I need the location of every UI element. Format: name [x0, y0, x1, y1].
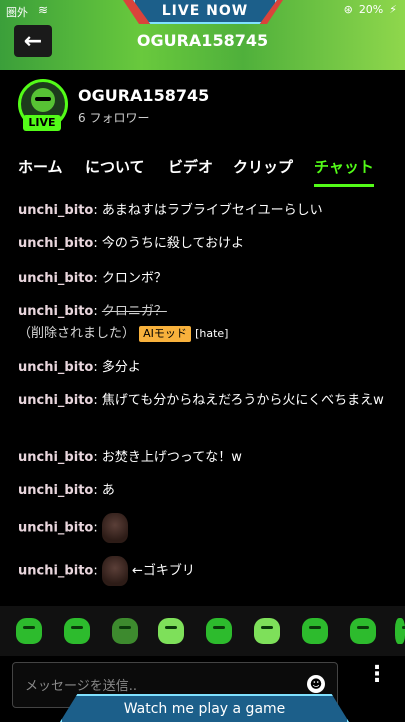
chat-username[interactable]: unchi_bito: [18, 393, 93, 408]
more-options-icon[interactable]: ⋮: [366, 664, 388, 686]
moderation-tag: [hate]: [195, 327, 229, 340]
chat-separator: :: [93, 393, 102, 408]
chat-message: unchi_bito: 多分よ: [18, 357, 388, 379]
chat-text: お焚き上げつってな！w: [101, 450, 242, 465]
tab-home[interactable]: ホーム: [18, 154, 63, 184]
tab-videos[interactable]: ビデオ: [168, 154, 213, 184]
emote-bar: [0, 606, 405, 656]
chat-separator: :: [93, 236, 102, 251]
page-title: OGURA158745: [136, 31, 269, 50]
chat-username[interactable]: unchi_bito: [18, 236, 93, 251]
carrier-label: 圏外: [6, 6, 28, 19]
top-banner: 圏外 ≋ ⊛ 20% ⚡ LIVE NOW ← OGURA158745: [0, 0, 405, 70]
emote-button[interactable]: [16, 618, 42, 644]
chat-text: 今のうちに殺しておけよ: [101, 236, 245, 251]
channel-tabs: ホーム について ビデオ クリップ チャット: [0, 150, 405, 191]
chat-message: unchi_bito: ←ゴキブリ: [18, 556, 388, 586]
chat-username[interactable]: unchi_bito: [18, 203, 93, 218]
live-now-banner: LIVE NOW: [133, 0, 277, 24]
chat-text-deleted: クロニガ？: [101, 304, 167, 319]
chat-message: unchi_bito: 今のうちに殺しておけよ: [18, 233, 388, 255]
tab-clips[interactable]: クリップ: [233, 154, 293, 184]
chat-message: unchi_bito: あ: [18, 480, 388, 502]
emote-button[interactable]: [395, 618, 405, 644]
chat-message: unchi_bito: クロンボ？: [18, 268, 388, 290]
chat-text: あまねすはラブライブセイユーらしい: [101, 203, 323, 218]
chat-separator: :: [93, 304, 102, 319]
chat-message-deleted: unchi_bito: クロニガ？ （削除されました） AIモッド [hate]: [18, 301, 388, 345]
emoji-picker-icon[interactable]: ☻: [307, 675, 325, 693]
status-right: ⊛ 20% ⚡: [344, 3, 397, 16]
chat-username[interactable]: unchi_bito: [18, 271, 93, 286]
chat-message: unchi_bito: お焚き上げつってな！w: [18, 447, 388, 469]
rotation-lock-icon: ⊛: [343, 3, 353, 16]
chat-text: クロンボ？: [101, 271, 167, 286]
cockroach-emote-icon: [101, 513, 128, 543]
wifi-icon: ≋: [38, 3, 49, 17]
emote-button[interactable]: [206, 618, 232, 644]
emote-button[interactable]: [302, 618, 328, 644]
avatar-eyes: [35, 97, 51, 101]
chat-message: unchi_bito: あまねすはラブライブセイユーらしい: [18, 200, 388, 222]
channel-header: LIVE OGURA158745 6 フォロワー ホーム について ビデオ クリ…: [0, 70, 405, 191]
chat-panel: unchi_bito: あまねすはラブライブセイユーらしい unchi_bito…: [0, 190, 405, 605]
chat-separator: :: [93, 203, 102, 218]
cockroach-emote-icon: [101, 556, 128, 586]
deleted-note: （削除されました）: [18, 326, 136, 341]
chat-separator: :: [93, 520, 102, 536]
chat-username[interactable]: unchi_bito: [18, 564, 93, 579]
chat-text: 焦げても分からねえだろうから火にくべちまえw: [101, 393, 384, 408]
chat-message: unchi_bito:: [18, 513, 388, 543]
chat-text: ←ゴキブリ: [132, 563, 195, 579]
chat-separator: :: [93, 483, 102, 498]
chat-separator: :: [93, 563, 102, 579]
chat-username[interactable]: unchi_bito: [18, 304, 93, 319]
emote-button[interactable]: [158, 618, 184, 644]
chat-message: unchi_bito: 焦げても分からねえだろうから火にくべちまえw: [18, 390, 388, 412]
chat-input[interactable]: [23, 675, 297, 697]
emote-button[interactable]: [64, 618, 90, 644]
chat-username[interactable]: unchi_bito: [18, 360, 93, 375]
chat-text: 多分よ: [101, 360, 141, 375]
tab-chat[interactable]: チャット: [314, 154, 374, 187]
channel-name[interactable]: OGURA158745: [78, 86, 209, 105]
chat-separator: :: [93, 450, 102, 465]
emote-button[interactable]: [254, 618, 280, 644]
battery-percent: 20%: [358, 3, 384, 16]
chat-username[interactable]: unchi_bito: [18, 521, 93, 536]
chat-username[interactable]: unchi_bito: [18, 450, 93, 465]
tab-about[interactable]: について: [85, 154, 145, 184]
ai-mod-badge: AIモッド: [139, 325, 191, 342]
chat-separator: :: [93, 360, 102, 375]
chat-username[interactable]: unchi_bito: [18, 483, 93, 498]
chat-text: あ: [101, 483, 115, 498]
promo-banner[interactable]: Watch me play a game: [60, 694, 349, 722]
chat-separator: :: [93, 271, 102, 286]
follower-count: 6 フォロワー: [78, 111, 150, 125]
battery-icon: ⚡: [389, 3, 397, 16]
emote-button[interactable]: [112, 618, 138, 644]
emote-button[interactable]: [350, 618, 376, 644]
live-badge: LIVE: [23, 115, 61, 131]
